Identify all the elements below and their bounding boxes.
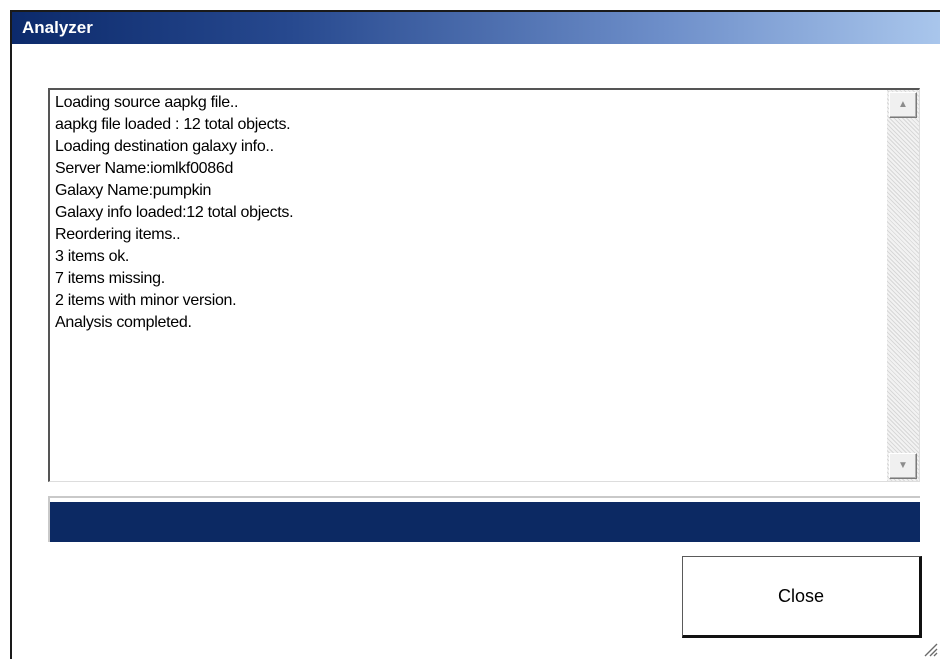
close-button[interactable]: Close <box>682 556 922 638</box>
down-arrow-icon: ▼ <box>898 460 908 471</box>
log-line: Server Name:iomlkf0086d <box>55 160 234 177</box>
resize-grip-icon[interactable] <box>920 639 938 657</box>
log-line: aapkg file loaded : 12 total objects. <box>55 116 291 133</box>
log-line: 7 items missing. <box>55 270 165 287</box>
scroll-down-button[interactable]: ▼ <box>889 453 917 479</box>
window-title: Analyzer <box>22 18 93 37</box>
analyzer-window: Analyzer Loading source aapkg file.. aapk… <box>10 10 940 659</box>
progress-bar <box>48 496 920 542</box>
scroll-up-button[interactable]: ▲ <box>889 92 917 118</box>
log-line: Galaxy Name:pumpkin <box>55 182 212 199</box>
log-line: Loading source aapkg file.. <box>55 94 239 111</box>
progress-fill <box>50 502 920 542</box>
log-line: 3 items ok. <box>55 248 130 265</box>
log-line: Loading destination galaxy info.. <box>55 138 274 155</box>
log-line: Galaxy info loaded:12 total objects. <box>55 204 294 221</box>
log-textbox[interactable]: Loading source aapkg file.. aapkg file lo… <box>48 88 920 482</box>
vertical-scrollbar[interactable]: ▲ ▼ <box>887 90 919 481</box>
log-lines: Loading source aapkg file.. aapkg file lo… <box>55 92 883 334</box>
up-arrow-icon: ▲ <box>898 99 908 110</box>
log-line: Analysis completed. <box>55 314 192 331</box>
title-bar[interactable]: Analyzer <box>12 12 940 44</box>
log-line: 2 items with minor version. <box>55 292 237 309</box>
log-line: Reordering items.. <box>55 226 181 243</box>
